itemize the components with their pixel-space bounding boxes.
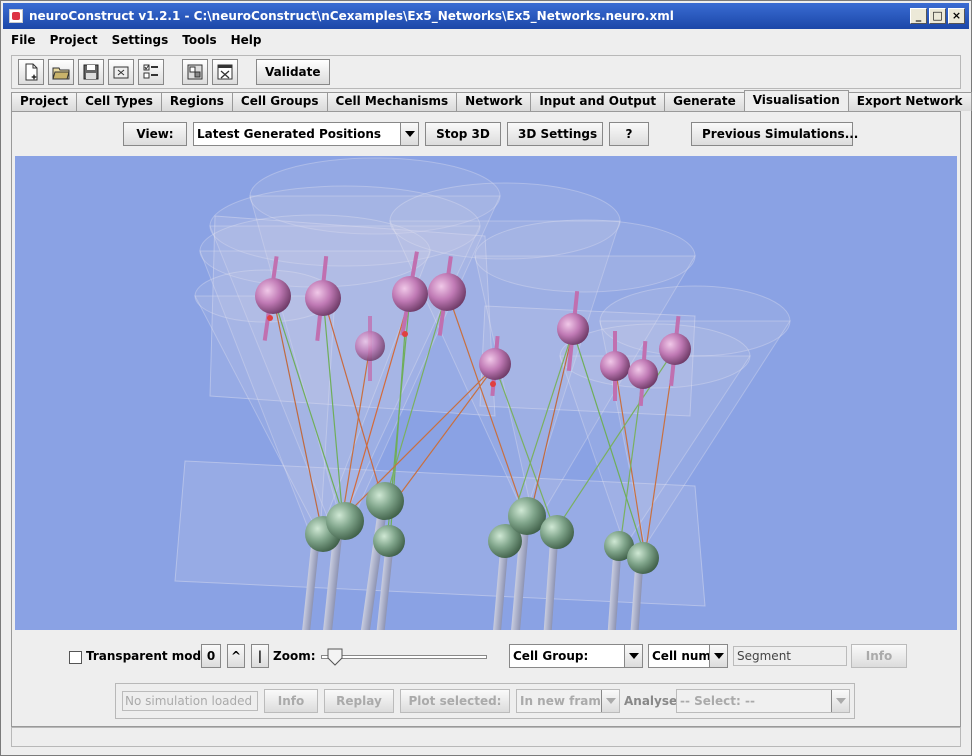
cell-num-label: Cell num: xyxy=(652,649,716,663)
chevron-down-icon xyxy=(601,690,619,712)
3d-settings-button[interactable]: 3D Settings xyxy=(507,122,603,146)
tab-network[interactable]: Network xyxy=(456,92,532,111)
network-scene xyxy=(15,156,957,630)
close-project-button[interactable] xyxy=(108,59,134,85)
transparent-mode-checkbox[interactable] xyxy=(69,651,82,664)
reset-view-button[interactable]: 0 xyxy=(201,644,221,668)
rotate-up-button[interactable]: ^ xyxy=(227,644,245,668)
exit-button[interactable] xyxy=(212,59,238,85)
preferences-button[interactable] xyxy=(182,59,208,85)
tab-cell-groups[interactable]: Cell Groups xyxy=(231,92,328,111)
tab-cell-types[interactable]: Cell Types xyxy=(76,92,162,111)
help-button[interactable]: ? xyxy=(609,122,649,146)
analyse-select[interactable]: -- Select: -- xyxy=(676,689,850,713)
frame-select-value: In new frame xyxy=(520,694,610,708)
view-select[interactable]: Latest Generated Positions xyxy=(193,122,419,146)
status-bar xyxy=(11,727,961,747)
tab-project[interactable]: Project xyxy=(11,92,78,111)
validate-button[interactable]: Validate xyxy=(256,59,330,85)
tab-cell-mechanisms[interactable]: Cell Mechanisms xyxy=(326,92,458,111)
cell-group-label: Cell Group: xyxy=(513,649,589,663)
menu-help[interactable]: Help xyxy=(231,33,262,47)
chevron-down-icon xyxy=(831,690,849,712)
cell-group-select[interactable]: Cell Group: xyxy=(509,644,643,668)
simulation-status-field: No simulation loaded xyxy=(122,691,258,711)
previous-simulations-button[interactable]: Previous Simulations... xyxy=(691,122,858,146)
main-tabs: Project Cell Types Regions Cell Groups C… xyxy=(11,90,972,111)
close-project-icon xyxy=(113,66,129,79)
3d-network-view[interactable] xyxy=(15,156,957,630)
open-project-icon xyxy=(52,67,70,80)
zoom-slider[interactable] xyxy=(321,648,487,666)
tab-generate[interactable]: Generate xyxy=(664,92,745,111)
exit-icon xyxy=(217,64,233,80)
menu-settings[interactable]: Settings xyxy=(112,33,169,47)
toolbar: Validate xyxy=(11,55,961,89)
rotate-down-button[interactable]: | xyxy=(251,644,269,668)
menu-file[interactable]: File xyxy=(11,33,36,47)
sim-info-button[interactable]: Info xyxy=(264,689,318,713)
replay-button[interactable]: Replay xyxy=(324,689,394,713)
menu-project[interactable]: Project xyxy=(50,33,98,47)
options-icon xyxy=(143,64,158,79)
save-button[interactable] xyxy=(78,59,104,85)
tab-input-output[interactable]: Input and Output xyxy=(530,92,666,111)
new-project-icon xyxy=(25,63,38,81)
preferences-icon xyxy=(187,64,203,80)
zoom-label: Zoom: xyxy=(273,649,316,663)
transparent-mode-label: Transparent mode xyxy=(86,649,210,663)
info-button[interactable]: Info xyxy=(851,644,907,668)
chevron-down-icon xyxy=(709,645,727,667)
analyse-label: Analyse: xyxy=(624,694,682,708)
maximize-button[interactable]: □ xyxy=(929,8,946,24)
tab-regions[interactable]: Regions xyxy=(160,92,233,111)
new-project-button[interactable] xyxy=(18,59,44,85)
zoom-slider-thumb[interactable] xyxy=(327,648,343,666)
app-window: neuroConstruct v1.2.1 - C:\neuroConstruc… xyxy=(0,0,972,756)
cell-num-select[interactable]: Cell num: xyxy=(648,644,728,668)
view-select-value: Latest Generated Positions xyxy=(197,127,382,141)
view-button[interactable]: View: xyxy=(123,122,187,146)
stop-3d-button[interactable]: Stop 3D xyxy=(425,122,501,146)
menu-bar: File Project Settings Tools Help xyxy=(3,29,969,51)
tab-visualisation[interactable]: Visualisation xyxy=(743,90,849,111)
java-app-icon xyxy=(9,9,23,23)
title-bar: neuroConstruct v1.2.1 - C:\neuroConstruc… xyxy=(3,3,969,29)
window-title: neuroConstruct v1.2.1 - C:\neuroConstruc… xyxy=(29,9,674,23)
chevron-down-icon xyxy=(624,645,642,667)
open-project-button[interactable] xyxy=(48,59,74,85)
minimize-button[interactable]: _ xyxy=(910,8,927,24)
chevron-down-icon xyxy=(400,123,418,145)
display-controls: Transparent mode 0 ^ | Zoom: Cell Group:… xyxy=(11,641,961,673)
frame-select[interactable]: In new frame xyxy=(516,689,620,713)
zoom-slider-track xyxy=(321,655,487,659)
options-button[interactable] xyxy=(138,59,164,85)
plot-selected-button[interactable]: Plot selected: xyxy=(400,689,510,713)
analyse-select-value: -- Select: -- xyxy=(680,694,755,708)
view-bar: View: Latest Generated Positions Stop 3D… xyxy=(11,113,961,155)
menu-tools[interactable]: Tools xyxy=(182,33,216,47)
segment-field[interactable]: Segment xyxy=(733,646,847,666)
tab-export-network[interactable]: Export Network xyxy=(847,92,972,111)
simulation-controls: No simulation loaded Info Replay Plot se… xyxy=(115,683,855,719)
save-icon xyxy=(83,64,99,80)
close-button[interactable]: × xyxy=(948,8,965,24)
